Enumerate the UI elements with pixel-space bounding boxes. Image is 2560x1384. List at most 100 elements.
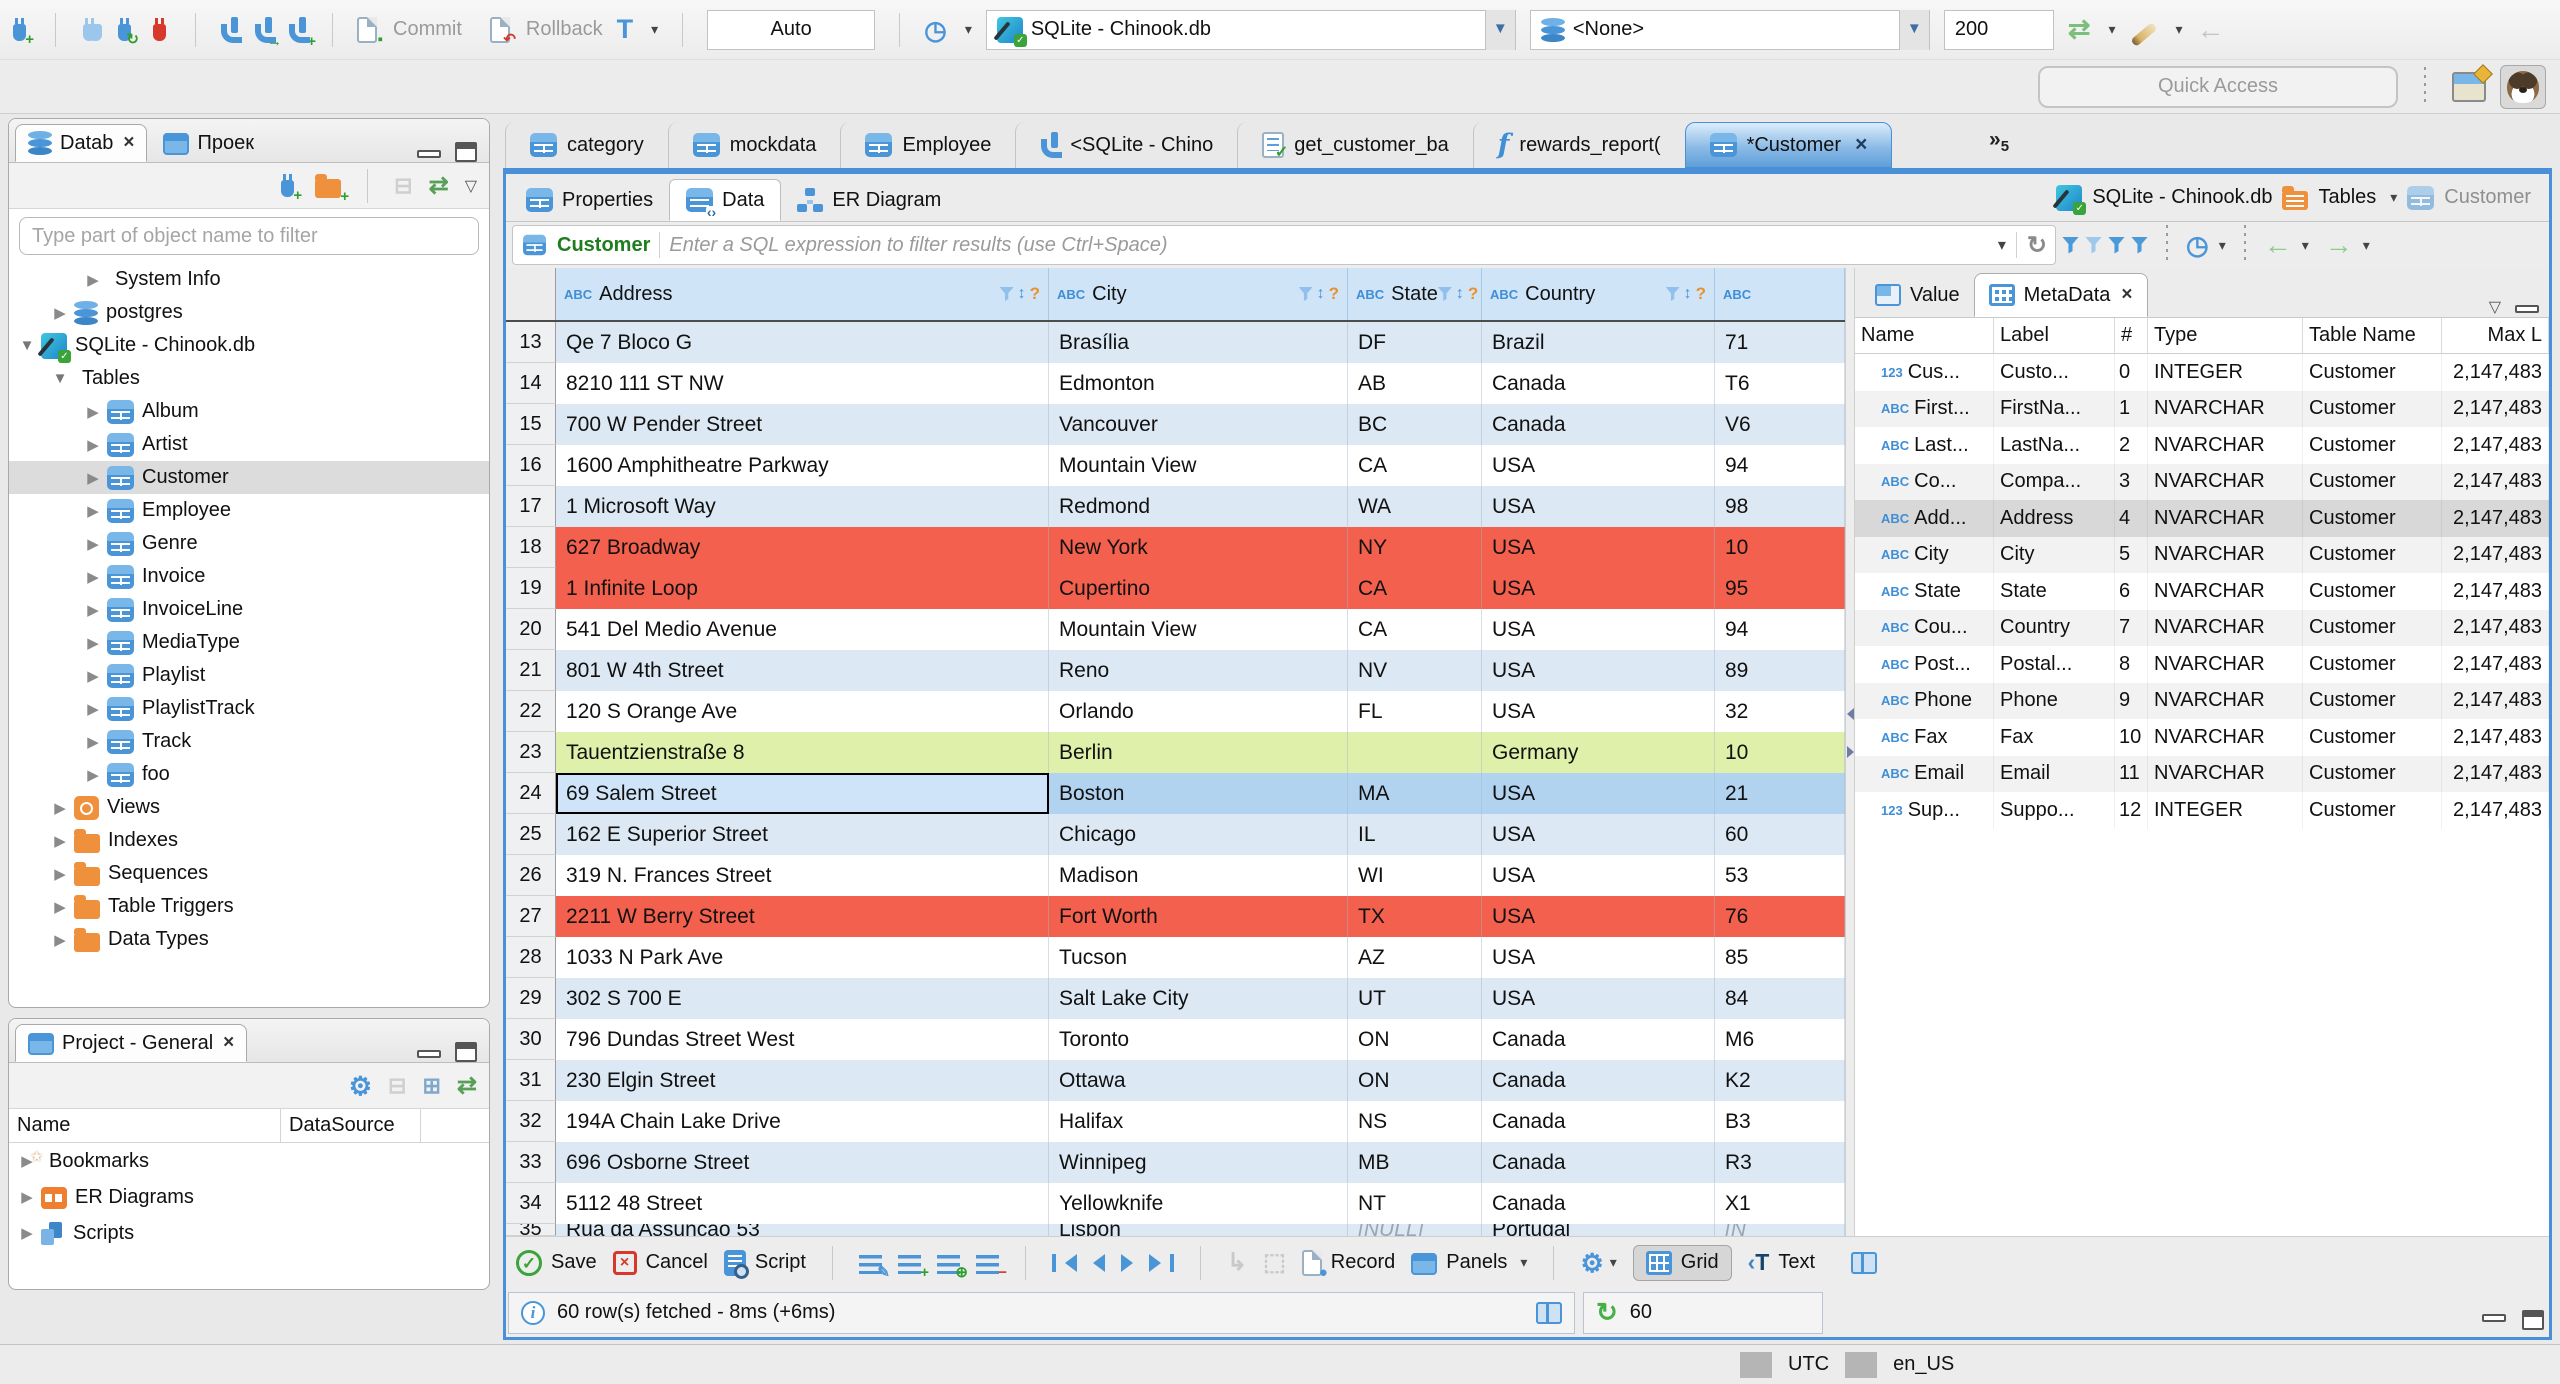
column-ordinal[interactable]: # — [2115, 318, 2148, 353]
new-sql-editor-icon[interactable]: + — [288, 16, 316, 49]
expander-icon[interactable] — [81, 469, 105, 487]
cell-label[interactable]: LastNa... — [1994, 427, 2115, 464]
cell-column-name[interactable]: ABC Post... — [1855, 646, 1994, 683]
cell-city[interactable]: Berlin — [1049, 732, 1348, 773]
transaction-log-icon[interactable]: ◷ — [924, 17, 947, 43]
cell-postalcode[interactable]: 89 — [1715, 650, 1845, 691]
record-button[interactable]: ● Record — [1301, 1249, 1395, 1280]
cell-address[interactable]: 302 S 700 E — [556, 978, 1049, 1019]
cell-table-name[interactable]: Customer — [2303, 390, 2442, 427]
cell-address[interactable]: 319 N. Frances Street — [556, 855, 1049, 896]
cell-max-length[interactable]: 2,147,483 — [2442, 646, 2549, 683]
table-row[interactable]: 34 5112 48 Street Yellowknife NT Canada … — [506, 1183, 1845, 1224]
calc-panel-icon[interactable] — [1536, 1301, 1562, 1324]
auto-commit-select[interactable]: Auto — [707, 9, 876, 50]
cell-country[interactable]: Canada — [1482, 1101, 1715, 1142]
column-header-postalcode[interactable]: ABC — [1715, 268, 1845, 320]
sort-icon[interactable]: ↕ — [1456, 285, 1464, 303]
cell-column-name[interactable]: ABC Last... — [1855, 427, 1994, 464]
new-folder-icon[interactable]: + — [315, 173, 349, 204]
cell-label[interactable]: Country — [1994, 609, 2115, 646]
cell-max-length[interactable]: 2,147,483 — [2442, 609, 2549, 646]
column-help-icon[interactable]: ? — [1696, 284, 1706, 304]
metadata-row[interactable]: ABC Email Email 11 NVARCHAR Customer 2,14… — [1855, 755, 2549, 792]
cell-postalcode[interactable]: 53 — [1715, 855, 1845, 896]
cell-max-length[interactable]: 2,147,483 — [2442, 463, 2549, 500]
cell-column-name[interactable]: ABC Cou... — [1855, 609, 1994, 646]
cell-address[interactable]: 230 Elgin Street — [556, 1060, 1049, 1101]
cell-label[interactable]: Custo... — [1994, 354, 2115, 391]
table-row[interactable]: 16 1600 Amphitheatre Parkway Mountain Vi… — [506, 445, 1845, 486]
breadcrumb-table[interactable]: Customer — [2444, 186, 2531, 209]
cell-city[interactable]: Winnipeg — [1049, 1142, 1348, 1183]
new-connection-icon[interactable]: + — [281, 174, 302, 203]
edit-row-icon[interactable]: ✎ — [858, 1254, 890, 1280]
cell-address[interactable]: Tauentzienstraße 8 — [556, 732, 1049, 773]
metadata-row[interactable]: ABC Co... Compa... 3 NVARCHAR Customer 2,… — [1855, 463, 2549, 500]
expander-icon[interactable] — [15, 1224, 39, 1242]
fetch-next-icon[interactable]: → — [2325, 231, 2353, 259]
tree-item[interactable]: Bookmarks — [9, 1143, 489, 1179]
cell-state[interactable]: NS — [1348, 1101, 1482, 1142]
cell-postalcode[interactable]: 94 — [1715, 609, 1845, 650]
sort-icon[interactable]: ↕ — [1684, 285, 1692, 303]
cell-country[interactable]: USA — [1482, 691, 1715, 732]
cell-country[interactable]: Canada — [1482, 363, 1715, 404]
tree-item[interactable]: Scripts — [9, 1215, 489, 1251]
cell-state[interactable]: NV — [1348, 650, 1482, 691]
tree-item[interactable]: Indexes — [9, 824, 489, 857]
cell-city[interactable]: Toronto — [1049, 1019, 1348, 1060]
cell-city[interactable]: Ottawa — [1049, 1060, 1348, 1101]
fetch-previous-icon[interactable]: ← — [2264, 231, 2292, 259]
row-number-cell[interactable]: 26 — [506, 855, 556, 896]
cell-state[interactable]: CA — [1348, 609, 1482, 650]
cell-column-name[interactable]: ABC Add... — [1855, 500, 1994, 537]
cell-table-name[interactable]: Customer — [2303, 755, 2442, 792]
cell-type[interactable]: NVARCHAR — [2148, 463, 2303, 500]
cell-address[interactable]: 541 Del Medio Avenue — [556, 609, 1049, 650]
cell-postalcode[interactable]: 95 — [1715, 568, 1845, 609]
metadata-row[interactable]: ABC Add... Address 4 NVARCHAR Customer 2,… — [1855, 500, 2549, 537]
cell-table-name[interactable]: Customer — [2303, 427, 2442, 464]
cell-ordinal[interactable]: 2 — [2115, 427, 2148, 464]
expander-icon[interactable] — [48, 898, 72, 916]
timezone-indicator[interactable]: UTC — [1772, 1353, 1845, 1376]
cell-address[interactable]: Qe 7 Bloco G — [556, 322, 1049, 363]
cell-table-name[interactable]: Customer — [2303, 682, 2442, 719]
cell-city[interactable]: Reno — [1049, 650, 1348, 691]
cell-state[interactable]: NY — [1348, 527, 1482, 568]
link-with-editor-icon[interactable]: ⇄ — [429, 171, 449, 200]
cell-table-name[interactable]: Customer — [2303, 354, 2442, 391]
tree-item[interactable]: PlaylistTrack — [9, 692, 489, 725]
resultset-settings-icon[interactable]: ⚙ — [1580, 1250, 1603, 1276]
cell-city[interactable]: Redmond — [1049, 486, 1348, 527]
previous-row-button[interactable] — [1092, 1253, 1105, 1272]
column-datasource[interactable]: DataSource — [281, 1109, 421, 1142]
expander-icon[interactable] — [81, 733, 105, 751]
cell-postalcode[interactable]: V6 — [1715, 404, 1845, 445]
cell-city[interactable]: Vancouver — [1049, 404, 1348, 445]
cell-type[interactable]: NVARCHAR — [2148, 500, 2303, 537]
cell-column-name[interactable]: 123 Sup... — [1855, 792, 1994, 829]
minimize-icon[interactable] — [2515, 305, 2539, 313]
cell-postalcode[interactable]: 84 — [1715, 978, 1845, 1019]
new-connection-icon[interactable]: + — [13, 18, 34, 47]
cell-country[interactable]: USA — [1482, 486, 1715, 527]
cell-postalcode[interactable]: 85 — [1715, 937, 1845, 978]
table-row[interactable]: 27 2211 W Berry Street Fort Worth TX USA… — [506, 896, 1845, 937]
tree-item[interactable]: Track — [9, 725, 489, 758]
cell-address[interactable]: 120 S Orange Ave — [556, 691, 1049, 732]
cell-state[interactable]: ON — [1348, 1019, 1482, 1060]
tab-value[interactable]: Value — [1861, 273, 1974, 317]
sql-filter-input[interactable]: Customer Enter a SQL expression to filte… — [512, 225, 2056, 265]
apply-filter-icon[interactable]: ✓ — [2062, 236, 2079, 254]
cell-type[interactable]: NVARCHAR — [2148, 609, 2303, 646]
cell-city[interactable]: Tucson — [1049, 937, 1348, 978]
quick-access-input[interactable]: Quick Access — [2038, 65, 2398, 108]
cell-max-length[interactable]: 2,147,483 — [2442, 792, 2549, 829]
table-row[interactable]: 24 69 Salem Street Boston MA USA 21 — [506, 773, 1845, 814]
table-row[interactable]: 26 319 N. Frances Street Madison WI USA … — [506, 855, 1845, 896]
table-row[interactable]: 18 627 Broadway New York NY USA 10 — [506, 527, 1845, 568]
view-menu-icon[interactable]: ▽ — [465, 176, 477, 196]
cell-postalcode[interactable]: 60 — [1715, 814, 1845, 855]
